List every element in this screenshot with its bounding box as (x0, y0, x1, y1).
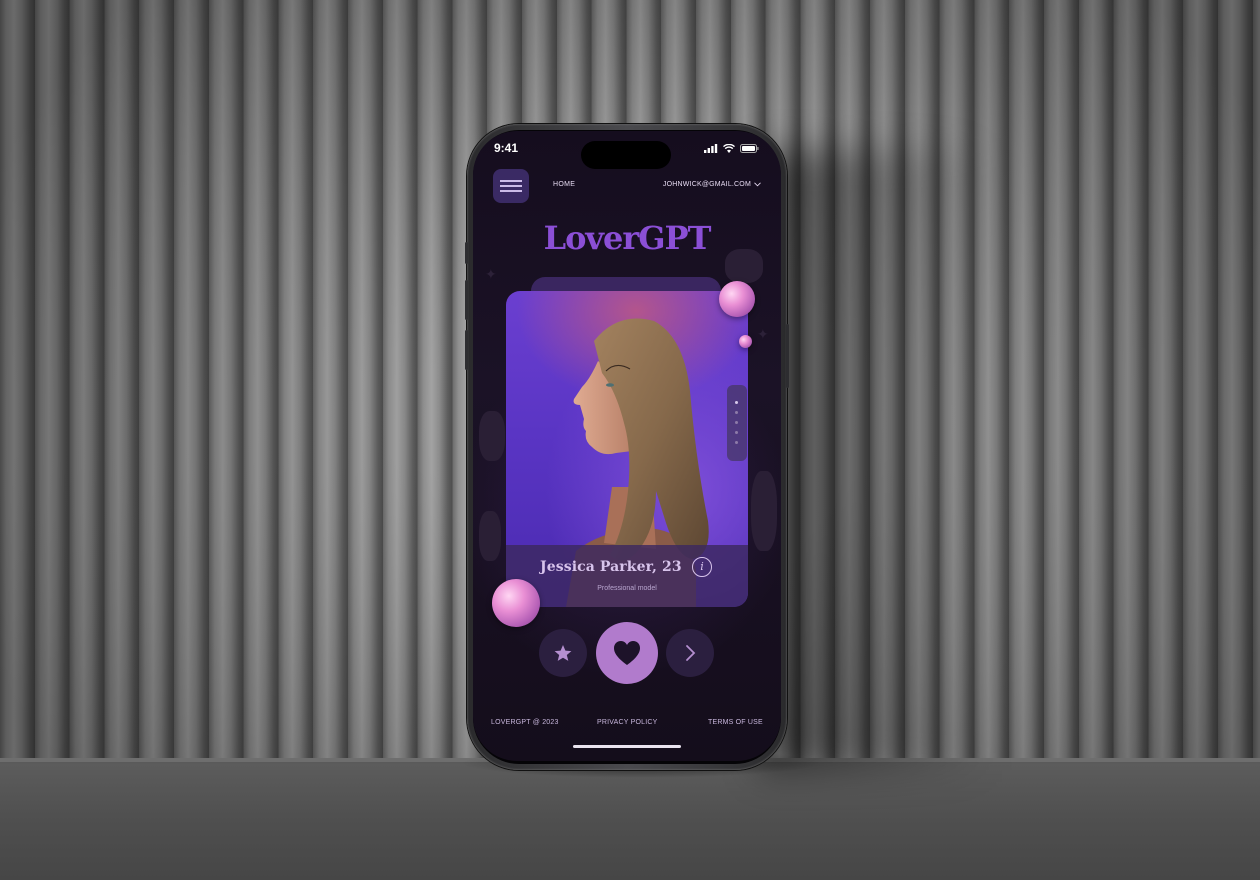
pager-dot[interactable] (735, 421, 738, 424)
decorative-bubble (492, 579, 540, 627)
decorative-blob (479, 511, 501, 561)
status-icons (704, 144, 759, 153)
power-side-button (786, 324, 789, 388)
mockup-scene: 9:41 HOME JOHNWICK@GMAIL.COM LoverGPT ✦ … (0, 0, 1260, 880)
decorative-bubble (719, 281, 755, 317)
volume-down-side-button (465, 330, 468, 370)
volume-up-side-button (465, 280, 468, 320)
profile-occupation: Professional model (597, 585, 657, 592)
favorite-button[interactable] (539, 629, 587, 677)
hamburger-menu-icon (500, 180, 522, 182)
profile-name: Jessica Parker, 23 (540, 559, 682, 575)
terms-of-use-link[interactable]: TERMS OF USE (708, 719, 763, 726)
next-profile-button[interactable] (666, 629, 714, 677)
pager-dot[interactable] (735, 411, 738, 414)
chevron-down-icon (754, 182, 761, 187)
star-icon (554, 645, 572, 661)
profile-card[interactable]: Jessica Parker, 23 i Professional model (506, 291, 748, 607)
pager-dot-active[interactable] (735, 401, 738, 404)
sparkle-icon: ✦ (757, 327, 769, 343)
account-email: JOHNWICK@GMAIL.COM (662, 181, 751, 188)
info-icon[interactable]: i (692, 557, 712, 577)
heart-icon (614, 641, 640, 665)
chevron-right-icon (686, 645, 696, 661)
account-dropdown[interactable]: JOHNWICK@GMAIL.COM (663, 181, 761, 188)
decorative-blob (479, 411, 505, 461)
hamburger-menu-icon-line (500, 185, 522, 187)
wifi-icon (723, 144, 735, 153)
privacy-policy-link[interactable]: PRIVACY POLICY (597, 719, 658, 726)
signal-icon (704, 144, 718, 153)
menu-button[interactable] (493, 169, 529, 203)
pager-dot[interactable] (735, 431, 738, 434)
app-screen: 9:41 HOME JOHNWICK@GMAIL.COM LoverGPT ✦ … (473, 131, 781, 761)
dynamic-island (581, 141, 671, 169)
decorative-blob (751, 471, 777, 551)
decorative-bubble (739, 335, 752, 348)
phone-shadow (760, 150, 990, 770)
decorative-blob (725, 249, 763, 283)
sparkle-icon: ✦ (485, 267, 497, 283)
pager-dot[interactable] (735, 441, 738, 444)
footer-copyright: LOVERGPT @ 2023 (491, 719, 559, 726)
action-side-button (465, 242, 468, 264)
hamburger-menu-icon-line (500, 190, 522, 192)
shelf (0, 760, 1260, 880)
battery-icon (740, 144, 759, 153)
photo-pager[interactable] (727, 385, 747, 461)
home-indicator[interactable] (573, 745, 681, 748)
nav-home-link[interactable]: HOME (553, 181, 575, 188)
like-button[interactable] (596, 622, 658, 684)
status-time: 9:41 (494, 141, 519, 155)
profile-info-panel: Jessica Parker, 23 i Professional model (506, 545, 748, 607)
